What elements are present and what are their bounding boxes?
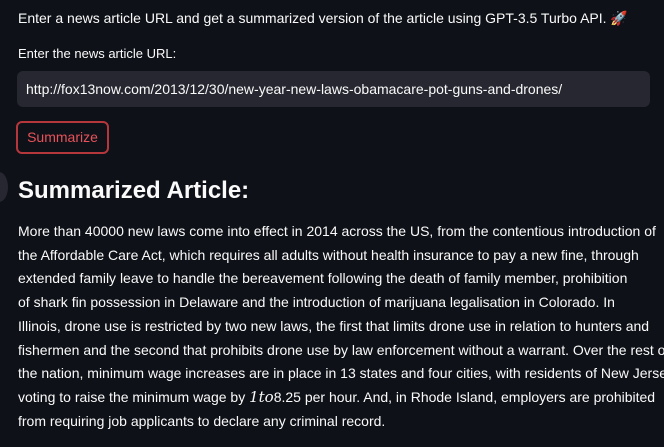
article-url-input[interactable] — [17, 71, 650, 107]
summary-line-start: voting to raise the minimum wage by — [18, 388, 250, 405]
summary-line: extended family leave to handle the bere… — [18, 270, 628, 287]
summary-line: More than 40000 new laws come into effec… — [18, 223, 656, 239]
summary-text: More than 40000 new laws come into effec… — [18, 220, 664, 433]
summary-line-with-math: voting to raise the minimum wage by 1to8… — [18, 386, 656, 410]
summarize-button[interactable]: Summarize — [16, 121, 109, 154]
summary-line: the Affordable Care Act, which requires … — [18, 246, 639, 263]
summary-line: of shark fin possession in Delaware and … — [18, 294, 615, 311]
sidebar-collapse-handle[interactable] — [0, 172, 8, 202]
summary-line: fishermen and the second that prohibits … — [18, 341, 664, 358]
summary-line: from requiring job applicants to declare… — [18, 412, 386, 429]
url-field-label: Enter the news article URL: — [18, 46, 177, 61]
summary-line-end: 8.25 per hour. And, in Rhode Island, emp… — [273, 388, 656, 405]
summary-line: Illinois, drone use is restricted by two… — [18, 317, 650, 334]
latex-math-fragment: 1to — [249, 387, 274, 406]
summary-line: the nation, minimum wage increases are i… — [18, 365, 664, 382]
app-description: Enter a news article URL and get a summa… — [18, 10, 628, 26]
summarized-article-heading: Summarized Article: — [18, 177, 250, 204]
